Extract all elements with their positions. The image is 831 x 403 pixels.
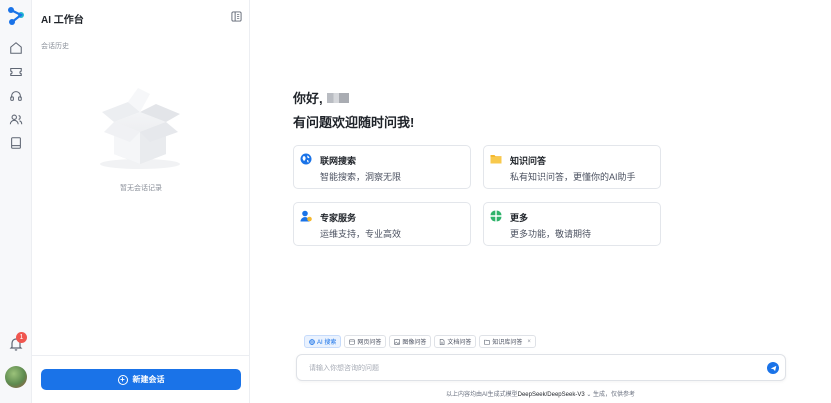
masked-username xyxy=(326,92,349,103)
card-desc: 私有知识问答，更懂你的AI助手 xyxy=(510,172,636,182)
card-more[interactable]: 更多 更多功能，敬请期待 xyxy=(483,202,661,246)
model-selector[interactable]: DeepSeek/DeepSeek-V3 xyxy=(518,392,585,398)
disclaimer-prefix: 以上内容均由AI生成式模型 xyxy=(445,392,518,398)
new-session-label: 新建会话 xyxy=(132,375,165,384)
kb-icon xyxy=(484,339,491,345)
card-knowledge-qa[interactable]: 知识问答 私有知识问答，更懂你的AI助手 xyxy=(483,145,661,189)
nav-tickets[interactable] xyxy=(0,61,32,83)
chip-web-qa[interactable]: 网页问答 xyxy=(344,335,387,348)
chip-label: AI 搜索 xyxy=(317,340,337,346)
chip-ai-search[interactable]: AI 搜索 xyxy=(304,335,342,348)
chip-kb-qa[interactable]: 知识库问答 × xyxy=(479,335,536,348)
chip-label: 知识库问答 xyxy=(492,340,523,346)
chip-image-qa[interactable]: 图像问答 xyxy=(389,335,432,348)
image-icon xyxy=(394,338,401,345)
card-title: 专家服务 xyxy=(320,213,357,223)
chevron-down-icon[interactable]: ⌄ xyxy=(585,392,593,398)
card-desc: 运维支持，专业高效 xyxy=(320,229,402,239)
doc-icon xyxy=(440,338,445,345)
globe-icon xyxy=(309,338,315,345)
card-title: 知识问答 xyxy=(510,156,547,166)
panel-title: AI 工作台 xyxy=(41,15,84,26)
card-expert-service[interactable]: 专家服务 运维支持，专业高效 xyxy=(293,202,471,246)
new-session-button[interactable]: + 新建会话 xyxy=(41,369,241,390)
nav-knowledge[interactable] xyxy=(0,132,32,154)
history-label: 会话历史 xyxy=(41,43,69,50)
web-icon xyxy=(349,338,356,345)
card-desc: 智能搜索，洞察无限 xyxy=(320,172,402,182)
greeting: 你好, xyxy=(293,88,349,107)
greeting-text: 你好, xyxy=(293,91,323,106)
home-icon xyxy=(10,42,22,54)
card-web-search[interactable]: 联网搜索 智能搜索，洞察无限 xyxy=(293,145,471,189)
expert-icon xyxy=(300,210,312,222)
session-panel: AI 工作台 会话历史 暂无会话记录 + 新建会话 xyxy=(32,0,250,403)
plus-icon: + xyxy=(117,374,128,385)
collapse-panel-icon[interactable] xyxy=(231,11,242,22)
nav-users[interactable] xyxy=(0,108,32,130)
avatar[interactable] xyxy=(5,366,27,388)
mode-chips: AI 搜索 网页问答 图像问答 文档问答 知识库问答 × xyxy=(304,335,536,348)
page-subtitle: 有问题欢迎随时问我! xyxy=(293,115,415,130)
book-icon xyxy=(11,137,21,149)
disclaimer: 以上内容均由AI生成式模型DeepSeek/DeepSeek-V3 ⌄ 生成，仅… xyxy=(0,389,831,398)
ticket-icon xyxy=(10,67,22,77)
empty-box-illustration xyxy=(100,88,180,169)
headset-icon xyxy=(10,91,22,101)
send-button[interactable] xyxy=(767,362,779,374)
nav-home[interactable] xyxy=(0,37,32,59)
card-desc: 更多功能，敬请期待 xyxy=(510,229,592,239)
chip-label: 网页问答 xyxy=(357,340,382,346)
panel-divider xyxy=(32,355,250,356)
globe-icon xyxy=(300,153,312,165)
card-title: 更多 xyxy=(510,213,529,223)
close-icon[interactable]: × xyxy=(527,339,531,345)
card-title: 联网搜索 xyxy=(320,156,357,166)
icon-rail: 1 xyxy=(0,0,32,403)
disclaimer-suffix: 生成，仅供参考 xyxy=(593,392,636,398)
chip-label: 图像问答 xyxy=(402,340,427,346)
chip-doc-qa[interactable]: 文档问答 xyxy=(434,335,477,348)
chip-label: 文档问答 xyxy=(447,340,472,346)
nav-support[interactable] xyxy=(0,85,32,107)
chat-input-box xyxy=(296,354,786,381)
chat-input[interactable] xyxy=(309,361,749,375)
folder-icon xyxy=(490,155,502,164)
notification-badge: 1 xyxy=(16,332,27,343)
send-icon xyxy=(770,365,776,371)
logo-icon[interactable] xyxy=(6,6,26,26)
users-icon xyxy=(9,114,23,125)
grid-icon xyxy=(490,210,502,222)
empty-text: 暂无会话记录 xyxy=(120,185,162,192)
